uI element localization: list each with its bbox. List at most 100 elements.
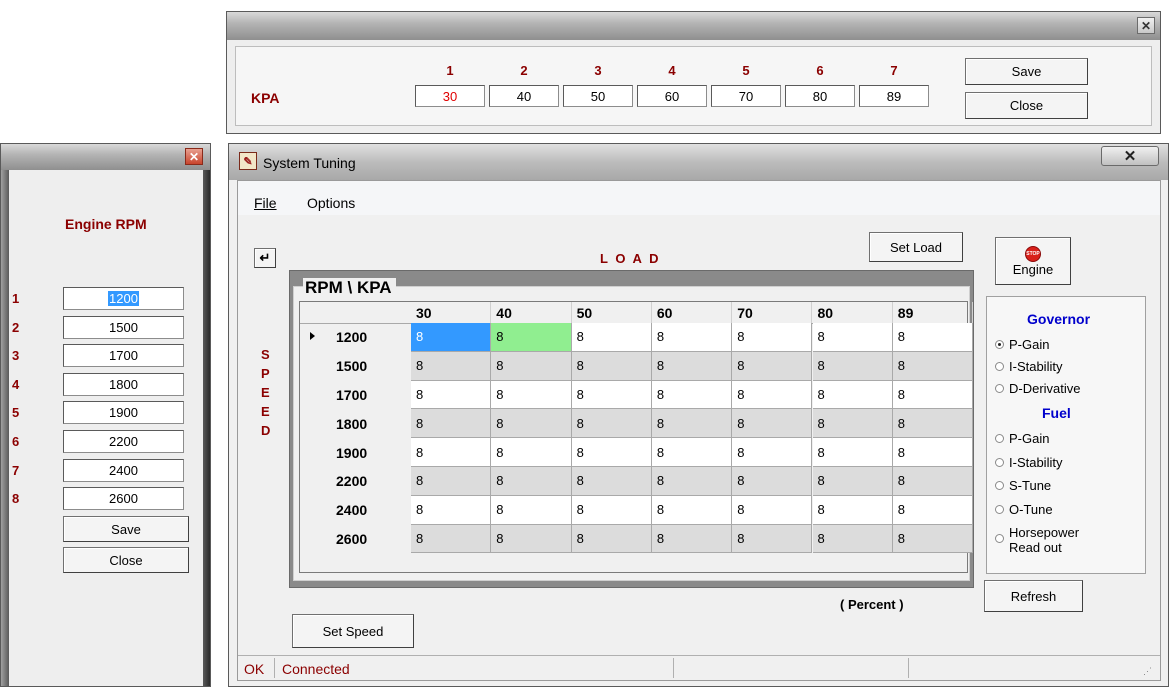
grid-cell[interactable]: 8 xyxy=(892,351,974,381)
radio-icon xyxy=(995,340,1004,349)
grid-cell[interactable]: 8 xyxy=(892,380,974,410)
grid-cell[interactable]: 8 xyxy=(812,409,893,439)
grid-cell[interactable]: 8 xyxy=(571,380,652,410)
kpa-column-header: 3 xyxy=(594,63,602,78)
grid-cell[interactable]: 8 xyxy=(651,323,733,352)
grid-cell[interactable]: 8 xyxy=(892,467,974,496)
grid-cell[interactable]: 8 xyxy=(812,380,893,410)
rpm-value-input[interactable]: 2400 xyxy=(63,458,184,482)
grid-cell[interactable]: 8 xyxy=(411,323,492,352)
radio-icon xyxy=(995,362,1004,371)
rpm-value-input[interactable]: 2600 xyxy=(63,487,184,511)
grid-cell[interactable]: 8 xyxy=(812,524,893,554)
enter-icon[interactable]: ↵ xyxy=(254,248,276,268)
grid-cell[interactable]: 8 xyxy=(491,409,572,439)
grid-cell[interactable]: 8 xyxy=(651,438,733,467)
grid-cell[interactable]: 8 xyxy=(411,495,492,525)
grid-cell[interactable]: 8 xyxy=(732,351,813,381)
rpm-close-icon[interactable]: ✕ xyxy=(185,148,203,165)
fuel-radio-option[interactable]: O-Tune xyxy=(995,502,1053,517)
rpm-value-text: 2600 xyxy=(109,491,138,507)
rpm-value-text: 1700 xyxy=(109,348,138,364)
grid-cell[interactable]: 8 xyxy=(651,380,733,410)
fuel-radio-option[interactable]: P-Gain xyxy=(995,431,1049,446)
refresh-button[interactable]: Refresh xyxy=(984,580,1083,612)
governor-radio-option[interactable]: I-Stability xyxy=(995,359,1062,374)
grid-cell[interactable]: 8 xyxy=(812,495,893,525)
grid-cell[interactable]: 8 xyxy=(571,495,652,525)
set-load-button[interactable]: Set Load xyxy=(869,232,963,262)
kpa-save-button[interactable]: Save xyxy=(965,58,1088,85)
grid-cell[interactable]: 8 xyxy=(491,495,572,525)
governor-radio-option[interactable]: P-Gain xyxy=(995,337,1049,352)
rpm-close-button[interactable]: Close xyxy=(63,547,189,573)
grid-cell[interactable]: 8 xyxy=(411,524,492,554)
grid-cell[interactable]: 8 xyxy=(732,438,813,467)
grid-cell[interactable]: 8 xyxy=(732,524,813,554)
rpm-value-input[interactable]: 1200 xyxy=(63,287,184,310)
grid-cell[interactable]: 8 xyxy=(892,438,974,467)
grid-cell[interactable]: 8 xyxy=(571,351,652,381)
grid-cell[interactable]: 8 xyxy=(892,495,974,525)
grid-cell[interactable]: 8 xyxy=(571,438,652,467)
grid-cell[interactable]: 8 xyxy=(732,495,813,525)
grid-cell[interactable]: 8 xyxy=(892,524,974,554)
engine-button[interactable]: STOP Engine xyxy=(995,237,1071,285)
rpm-value-input[interactable]: 1500 xyxy=(63,315,184,339)
grid-cell[interactable]: 8 xyxy=(571,323,652,352)
kpa-value-input[interactable]: 60 xyxy=(637,85,707,107)
kpa-value-input[interactable]: 89 xyxy=(859,85,929,107)
grid-cell[interactable]: 8 xyxy=(732,323,813,352)
kpa-close-icon[interactable]: ✕ xyxy=(1137,17,1155,34)
governor-radio-option[interactable]: D-Derivative xyxy=(995,381,1081,396)
rpm-value-input[interactable]: 1800 xyxy=(63,372,184,396)
grid-cell[interactable]: 8 xyxy=(892,409,974,439)
grid-cell[interactable]: 8 xyxy=(571,467,652,496)
load-label: L O A D xyxy=(600,251,661,266)
grid-cell[interactable]: 8 xyxy=(411,380,492,410)
grid-cell[interactable]: 8 xyxy=(411,438,492,467)
rpm-value-input[interactable]: 2200 xyxy=(63,430,184,453)
rpm-save-button[interactable]: Save xyxy=(63,516,189,542)
rpm-value-input[interactable]: 1900 xyxy=(63,401,184,425)
set-speed-button[interactable]: Set Speed xyxy=(292,614,414,648)
grid-cell[interactable]: 8 xyxy=(491,524,572,554)
fuel-radio-option[interactable]: I-Stability xyxy=(995,455,1062,470)
kpa-close-button[interactable]: Close xyxy=(965,92,1088,119)
fuel-radio-option[interactable]: S-Tune xyxy=(995,478,1051,493)
grid-cell[interactable]: 8 xyxy=(732,380,813,410)
grid-cell[interactable]: 8 xyxy=(411,467,492,496)
grid-cell[interactable]: 8 xyxy=(491,438,572,467)
grid-cell[interactable]: 8 xyxy=(651,351,733,381)
grid-cell[interactable]: 8 xyxy=(732,467,813,496)
kpa-value-input[interactable]: 70 xyxy=(711,85,781,107)
grid-cell[interactable]: 8 xyxy=(491,380,572,410)
resize-grip-icon[interactable]: ⋰ xyxy=(1143,666,1152,677)
grid-cell[interactable]: 8 xyxy=(571,524,652,554)
grid-cell[interactable]: 8 xyxy=(812,351,893,381)
rpm-value-input[interactable]: 1700 xyxy=(63,344,184,368)
grid-cell[interactable]: 8 xyxy=(571,409,652,439)
grid-cell[interactable]: 8 xyxy=(411,351,492,381)
grid-cell[interactable]: 8 xyxy=(812,438,893,467)
menu-options[interactable]: Options xyxy=(307,195,355,211)
kpa-value-input[interactable]: 50 xyxy=(563,85,633,107)
grid-cell[interactable]: 8 xyxy=(651,409,733,439)
grid-cell[interactable]: 8 xyxy=(812,467,893,496)
kpa-value-input[interactable]: 30 xyxy=(415,85,485,107)
kpa-value-input[interactable]: 40 xyxy=(489,85,559,107)
grid-cell[interactable]: 8 xyxy=(812,323,893,352)
grid-cell[interactable]: 8 xyxy=(491,323,572,352)
grid-cell[interactable]: 8 xyxy=(651,495,733,525)
grid-cell[interactable]: 8 xyxy=(491,467,572,496)
menu-file[interactable]: File xyxy=(254,195,277,211)
kpa-value-input[interactable]: 80 xyxy=(785,85,855,107)
grid-cell[interactable]: 8 xyxy=(491,351,572,381)
grid-cell[interactable]: 8 xyxy=(651,467,733,496)
grid-cell[interactable]: 8 xyxy=(892,323,974,352)
grid-cell[interactable]: 8 xyxy=(732,409,813,439)
main-close-icon[interactable]: ✕ xyxy=(1101,146,1159,166)
grid-cell[interactable]: 8 xyxy=(411,409,492,439)
fuel-radio-option[interactable]: Horsepower Read out xyxy=(995,525,1079,555)
grid-cell[interactable]: 8 xyxy=(651,524,733,554)
